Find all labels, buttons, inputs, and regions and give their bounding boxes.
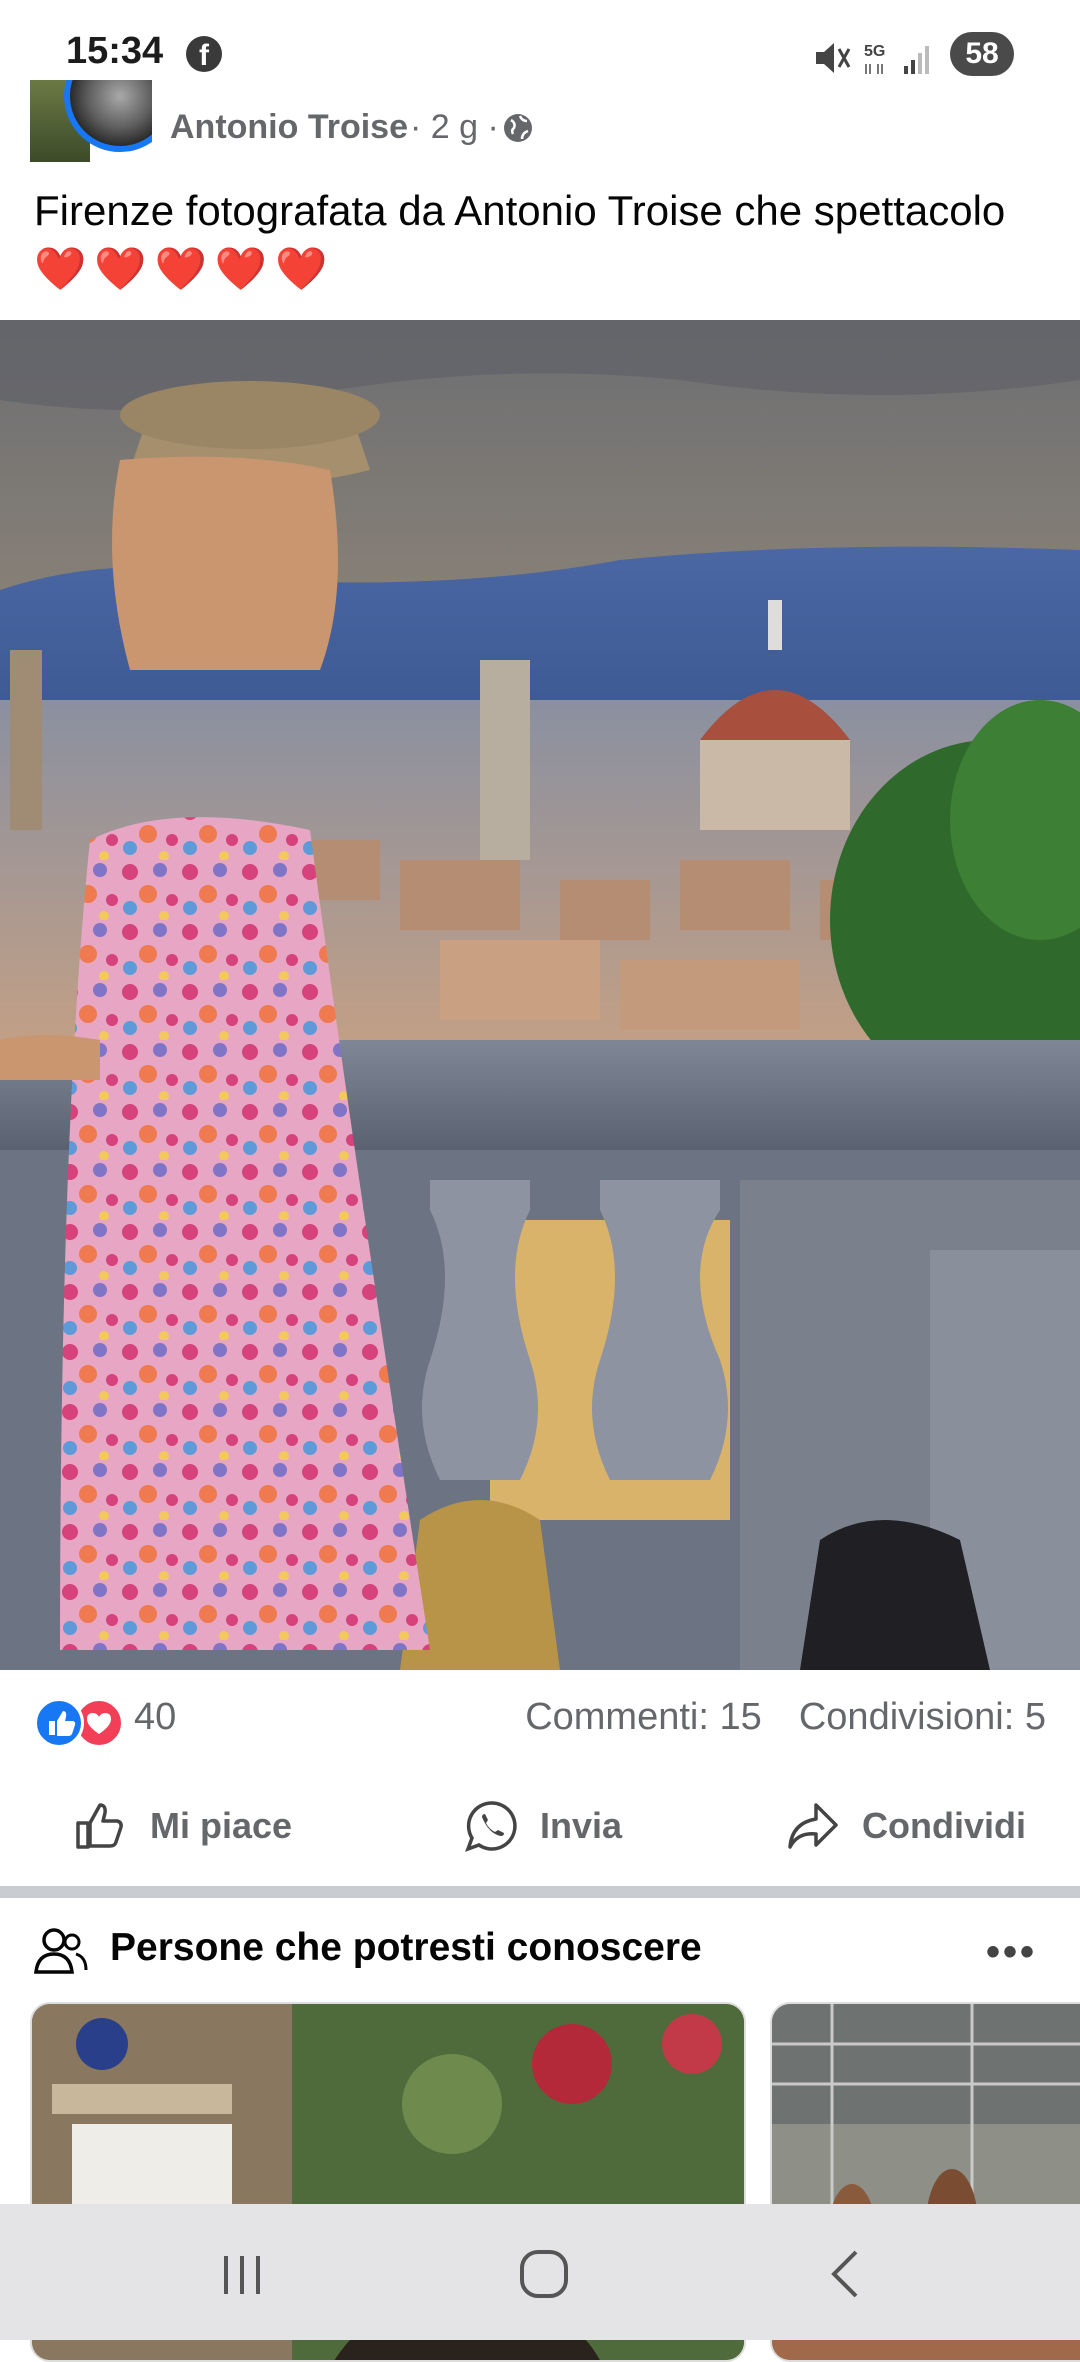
whatsapp-icon bbox=[465, 1801, 517, 1852]
post-photo[interactable] bbox=[0, 320, 1080, 1670]
pymk-title: Persone che potresti conoscere bbox=[110, 1926, 702, 1969]
author-name[interactable]: Antonio Troise bbox=[170, 108, 408, 147]
people-icon bbox=[34, 1928, 88, 1974]
post-text: Firenze fotografata da Antonio Troise ch… bbox=[34, 182, 1044, 298]
heart-emojis: ❤️❤️❤️❤️❤️ bbox=[34, 245, 336, 292]
comments-shares-summary[interactable]: Commenti: 15 Condivisioni: 5 bbox=[525, 1696, 1046, 1739]
share-button[interactable]: Condividi bbox=[784, 1780, 1026, 1872]
facebook-notification-icon: f bbox=[186, 36, 222, 72]
shares-count[interactable]: Condivisioni: 5 bbox=[799, 1696, 1046, 1738]
globe-icon bbox=[504, 114, 532, 142]
like-reaction-icon[interactable] bbox=[34, 1698, 84, 1748]
system-navigation-bar bbox=[0, 2204, 1080, 2340]
recent-apps-button[interactable] bbox=[182, 2234, 302, 2314]
status-time: 15:34 bbox=[66, 30, 164, 72]
mute-icon bbox=[816, 43, 851, 73]
share-label: Condividi bbox=[862, 1805, 1026, 1846]
like-button[interactable]: Mi piace bbox=[72, 1780, 292, 1872]
status-icons: 5G bbox=[816, 43, 929, 74]
network-5g-icon: 5G bbox=[864, 43, 885, 60]
like-label: Mi piace bbox=[150, 1805, 293, 1846]
home-button[interactable] bbox=[484, 2234, 604, 2314]
status-bar: 15:34 f 5G 58 bbox=[0, 0, 1080, 96]
feed-divider bbox=[0, 1886, 1080, 1898]
signal-icon bbox=[904, 46, 929, 74]
post-actions: Mi piace Invia Condividi bbox=[0, 1780, 1080, 1872]
back-button[interactable] bbox=[788, 2234, 908, 2314]
battery-indicator: 58 bbox=[950, 32, 1014, 76]
more-options-icon[interactable]: ••• bbox=[986, 1930, 1046, 1974]
post-meta: · 2 g · bbox=[410, 108, 499, 146]
reaction-count[interactable]: 40 bbox=[134, 1696, 176, 1739]
post-caption: Firenze fotografata da Antonio Troise ch… bbox=[34, 187, 1006, 234]
send-button[interactable]: Invia bbox=[462, 1780, 622, 1872]
author-avatar[interactable] bbox=[30, 80, 152, 162]
comments-count[interactable]: Commenti: 15 bbox=[525, 1696, 762, 1738]
thumbs-up-icon bbox=[76, 1803, 123, 1849]
send-label: Invia bbox=[540, 1805, 623, 1846]
share-arrow-icon bbox=[788, 1803, 838, 1849]
